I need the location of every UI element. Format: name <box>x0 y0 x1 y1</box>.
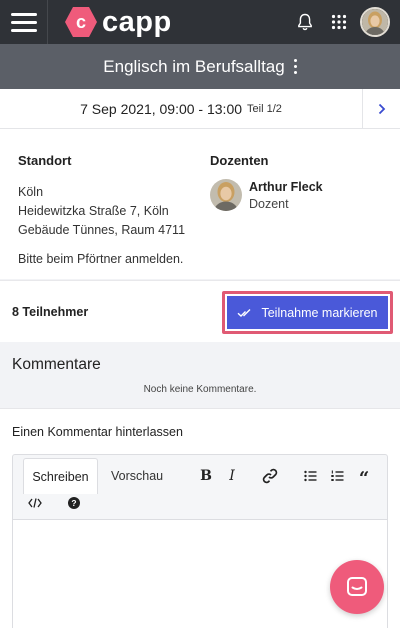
no-comments-text: Noch keine Kommentare. <box>143 384 257 395</box>
lecturer-item[interactable]: Arthur Fleck Dozent <box>210 179 390 211</box>
location-section: Standort Köln Heidewitzka Straße 7, Köln… <box>18 153 198 266</box>
comments-title: Kommentare <box>12 356 101 373</box>
quote-icon[interactable]: “ <box>356 466 372 488</box>
comment-textarea[interactable] <box>13 519 387 628</box>
course-title: Englisch im Berufsalltag <box>103 56 285 76</box>
next-session-chevron-icon[interactable] <box>362 88 400 129</box>
location-room: Gebäude Tünnes, Raum 4711 <box>18 223 186 237</box>
comments-section: Kommentare Noch keine Kommentare. <box>0 342 400 408</box>
lecturer-name: Arthur Fleck <box>249 179 323 194</box>
location-street: Heidewitzka Straße 7, Köln <box>18 204 169 218</box>
mark-attendance-label: Teilnahme markieren <box>261 305 378 320</box>
tab-preview[interactable]: Vorschau <box>111 458 163 494</box>
chat-button[interactable] <box>330 560 384 614</box>
session-date-bar: 7 Sep 2021, 09:00 - 13:00 Teil 1/2 <box>0 88 400 129</box>
user-avatar[interactable] <box>360 7 390 37</box>
link-icon[interactable] <box>261 466 279 486</box>
bullet-list-icon[interactable] <box>303 466 317 486</box>
course-title-bar: Englisch im Berufsalltag <box>0 44 400 89</box>
top-app-bar: c capp <box>0 0 400 44</box>
participant-count[interactable]: 8 Teilnehmer <box>12 305 88 319</box>
mark-attendance-button[interactable]: Teilnahme markieren <box>227 296 388 329</box>
lecturer-avatar <box>210 179 242 211</box>
tab-write[interactable]: Schreiben <box>23 458 98 494</box>
numbered-list-icon[interactable] <box>330 466 344 486</box>
lecturers-section: Dozenten Arthur Fleck Dozent <box>210 153 390 211</box>
location-heading: Standort <box>18 153 72 168</box>
check-icon <box>238 308 251 317</box>
help-icon[interactable]: ? <box>67 493 81 513</box>
session-part: Teil 1/2 <box>247 102 282 115</box>
svg-text:?: ? <box>71 498 76 508</box>
code-icon[interactable] <box>27 493 43 513</box>
location-note: Bitte beim Pförtner anmelden. <box>18 252 184 266</box>
comment-editor: Schreiben Vorschau B I “ ? <box>12 454 388 628</box>
chat-icon <box>347 577 367 596</box>
apps-grid-icon[interactable] <box>322 0 356 44</box>
app-logo[interactable]: c capp <box>64 6 172 39</box>
leave-comment-title: Einen Kommentar hinterlassen <box>12 425 183 439</box>
session-info-card: Standort Köln Heidewitzka Straße 7, Köln… <box>0 129 400 279</box>
bold-icon[interactable]: B <box>199 466 213 486</box>
hamburger-menu-icon[interactable] <box>0 0 48 44</box>
lecturers-heading: Dozenten <box>210 153 269 168</box>
logo-text: capp <box>102 5 172 38</box>
notifications-bell-icon[interactable] <box>288 0 322 44</box>
mark-attendance-highlight: Teilnahme markieren <box>222 291 393 334</box>
lecturer-role: Dozent <box>249 196 289 211</box>
svg-text:c: c <box>76 12 86 32</box>
participants-bar: 8 Teilnehmer Teilnahme markieren <box>0 280 400 342</box>
session-date-time: 7 Sep 2021, 09:00 - 13:00 <box>80 100 243 117</box>
more-options-icon[interactable] <box>293 59 297 74</box>
location-city: Köln <box>18 185 44 199</box>
italic-icon[interactable]: I <box>225 466 239 486</box>
capp-logo-icon: c <box>65 7 97 37</box>
